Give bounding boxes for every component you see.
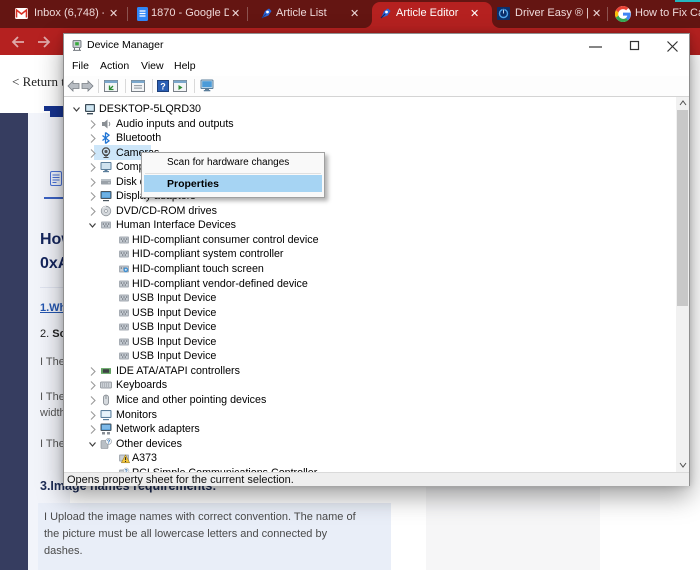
svg-text:?: ? bbox=[160, 82, 166, 92]
